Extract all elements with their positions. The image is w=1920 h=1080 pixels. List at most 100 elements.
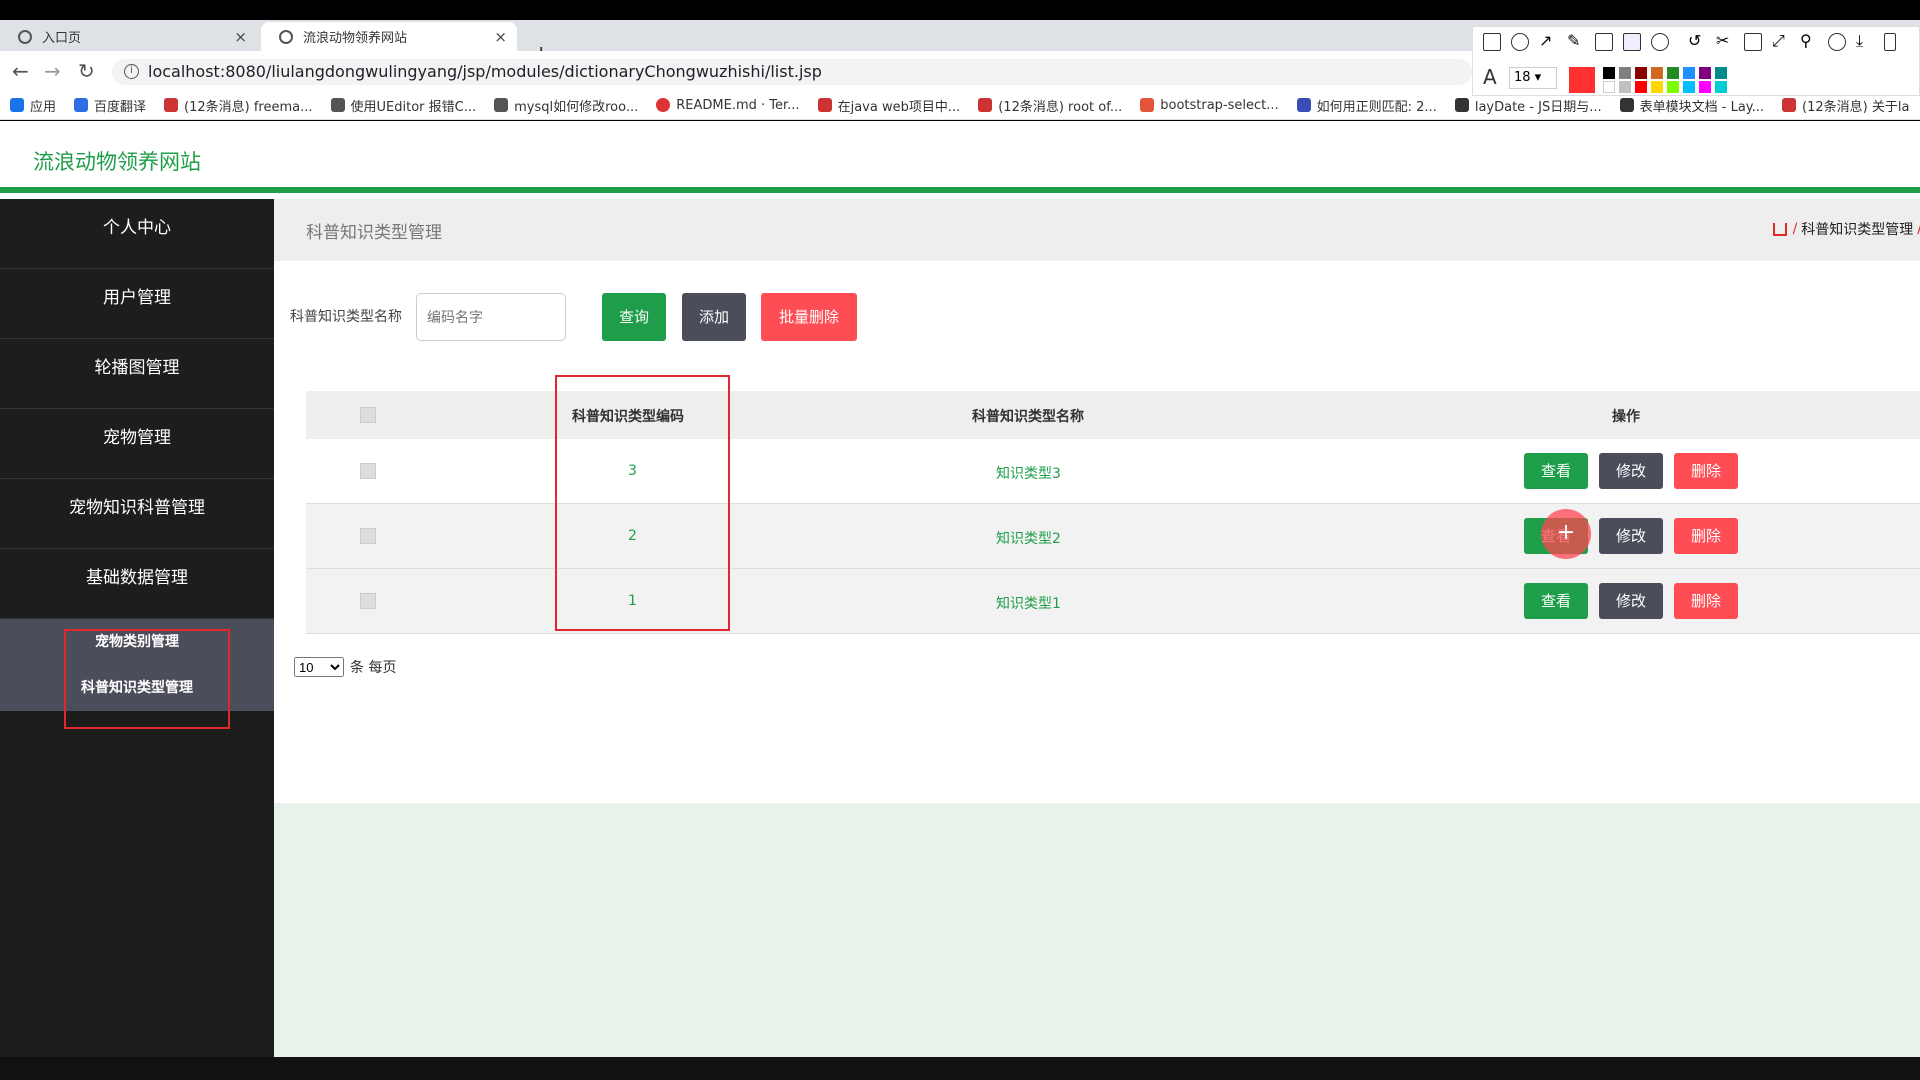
bookmark-item[interactable]: layDate - JS日期与... (1454, 96, 1602, 115)
pin-icon[interactable]: ⚲ (1800, 33, 1818, 51)
current-color-swatch[interactable] (1569, 67, 1595, 93)
url-text: localhost:8080/liulangdongwulingyang/jsp… (148, 62, 822, 81)
delete-button[interactable]: 删除 (1674, 518, 1738, 554)
bookmark-item[interactable]: 使用UEditor 报错C... (330, 96, 476, 115)
edit-button[interactable]: 修改 (1599, 518, 1663, 554)
page-title: 科普知识类型管理 (306, 223, 442, 243)
batch-delete-button[interactable]: 批量删除 (761, 293, 857, 341)
bookmark-item[interactable]: 如何用正则匹配: 2... (1296, 96, 1437, 115)
reload-icon[interactable]: ↻ (78, 59, 95, 83)
bookmark-item[interactable]: 应用 (10, 96, 56, 115)
csdn-icon (817, 98, 832, 112)
close-tab-icon[interactable]: × (234, 28, 247, 46)
header-actions: 操作 (1612, 409, 1640, 425)
pen-tool-icon[interactable]: ✎ (1567, 33, 1585, 51)
info-icon[interactable]: i (124, 64, 139, 79)
color-swatch[interactable] (1603, 67, 1615, 79)
number-tool-icon[interactable] (1651, 33, 1669, 51)
sidebar-item-base-data[interactable]: 基础数据管理 (0, 549, 274, 619)
add-button[interactable]: 添加 (682, 293, 746, 341)
sidebar-item-pet-knowledge[interactable]: 宠物知识科普管理 (0, 479, 274, 549)
query-button[interactable]: 查询 (602, 293, 666, 341)
table-row: 1 知识类型1 查看 修改 删除 (306, 569, 1920, 634)
apps-icon (10, 98, 24, 112)
select-all-checkbox[interactable] (360, 407, 376, 423)
ocr-icon[interactable] (1744, 33, 1762, 51)
color-swatch[interactable] (1667, 67, 1679, 79)
undo-icon[interactable]: ↺ (1688, 33, 1706, 51)
rectangle-tool-icon[interactable] (1483, 33, 1501, 51)
sidebar-item-users[interactable]: 用户管理 (0, 269, 274, 339)
bookmark-item[interactable]: mysql如何修改roo... (494, 96, 638, 115)
bookmark-item[interactable]: (12条消息) root of... (978, 96, 1122, 115)
color-swatch[interactable] (1651, 81, 1663, 93)
row-name: 知识类型3 (996, 466, 1061, 482)
tab-entry-page[interactable]: 入口页 × (0, 22, 257, 51)
jianshu-icon (1140, 98, 1155, 112)
download-icon[interactable]: ⤓ (1856, 33, 1874, 51)
search-input[interactable] (416, 293, 566, 341)
close-tab-icon[interactable]: × (494, 28, 507, 46)
color-swatch[interactable] (1715, 81, 1727, 93)
font-size-select[interactable]: 18 ▾ (1509, 67, 1557, 89)
delete-button[interactable]: 删除 (1674, 453, 1738, 489)
bookmark-item[interactable]: README.md · Ter... (656, 98, 800, 113)
font-size-icon: A (1483, 65, 1497, 89)
edit-button[interactable]: 修改 (1599, 583, 1663, 619)
edit-button[interactable]: 修改 (1599, 453, 1663, 489)
page-size-select[interactable]: 10 (294, 657, 344, 677)
sidebar: 个人中心 用户管理 轮播图管理 宠物管理 宠物知识科普管理 基础数据管理 宠物类… (0, 199, 274, 1057)
view-button[interactable]: 查看 (1524, 583, 1588, 619)
bookmark-item[interactable]: 百度翻译 (74, 96, 146, 115)
color-swatch[interactable] (1699, 81, 1711, 93)
phone-icon[interactable] (1884, 33, 1896, 51)
fullscreen-icon[interactable]: ⤢ (1772, 33, 1790, 51)
home-icon[interactable] (1772, 222, 1787, 236)
breadcrumb-item[interactable]: 科普知识类型管理 (1801, 219, 1913, 239)
color-swatch[interactable] (1715, 67, 1727, 79)
delete-button[interactable]: 删除 (1674, 583, 1738, 619)
layui-icon (1454, 98, 1469, 112)
color-swatch[interactable] (1603, 81, 1615, 93)
csdn-icon (164, 98, 179, 112)
color-swatch[interactable] (1635, 81, 1647, 93)
row-checkbox[interactable] (360, 593, 376, 609)
view-button[interactable]: 查看 (1524, 453, 1588, 489)
color-swatch[interactable] (1619, 81, 1631, 93)
page-size-label: 条 每页 (350, 660, 397, 676)
color-swatch[interactable] (1635, 67, 1647, 79)
cut-icon[interactable]: ✂ (1716, 33, 1734, 51)
search-label: 科普知识类型名称 (290, 309, 402, 325)
bookmark-item[interactable]: (12条消息) 关于la (1782, 96, 1909, 115)
back-arrow-icon[interactable]: ← (12, 59, 29, 83)
sidebar-item-pets[interactable]: 宠物管理 (0, 409, 274, 479)
row-checkbox[interactable] (360, 528, 376, 544)
cursor-highlight-icon: + (1541, 509, 1591, 559)
forward-arrow-icon[interactable]: → (44, 59, 61, 83)
arrow-tool-icon[interactable]: ↗ (1539, 33, 1557, 51)
sidebar-item-carousel[interactable]: 轮播图管理 (0, 339, 274, 409)
record-icon[interactable] (1828, 33, 1846, 51)
color-swatch[interactable] (1619, 67, 1631, 79)
site-icon (279, 29, 293, 44)
sidebar-item-profile[interactable]: 个人中心 (0, 199, 274, 269)
color-swatch[interactable] (1683, 81, 1695, 93)
table-row: 3 知识类型3 查看 修改 删除 (306, 439, 1920, 504)
bookmark-icon (494, 98, 509, 112)
color-swatch[interactable] (1651, 67, 1663, 79)
tab-site[interactable]: 流浪动物领养网站 × (261, 22, 517, 51)
bookmark-item[interactable]: bootstrap-select... (1140, 98, 1279, 113)
bookmark-item[interactable]: 表单模块文档 - Lay... (1619, 96, 1764, 115)
bookmark-item[interactable]: (12条消息) freema... (164, 96, 313, 115)
color-swatch[interactable] (1683, 67, 1695, 79)
bookmark-item[interactable]: 在java web项目中... (817, 96, 960, 115)
ellipse-tool-icon[interactable] (1511, 33, 1529, 51)
color-swatch[interactable] (1699, 67, 1711, 79)
text-tool-icon[interactable] (1623, 33, 1641, 51)
main-content: 科普知识类型管理 / 科普知识类型管理 / 科 科普知识类型名称 查询 添加 批… (274, 199, 1920, 1057)
header-name: 科普知识类型名称 (972, 409, 1084, 425)
url-field[interactable]: i localhost:8080/liulangdongwulingyang/j… (112, 59, 1472, 85)
row-checkbox[interactable] (360, 463, 376, 479)
color-swatch[interactable] (1667, 81, 1679, 93)
mosaic-tool-icon[interactable] (1595, 33, 1613, 51)
